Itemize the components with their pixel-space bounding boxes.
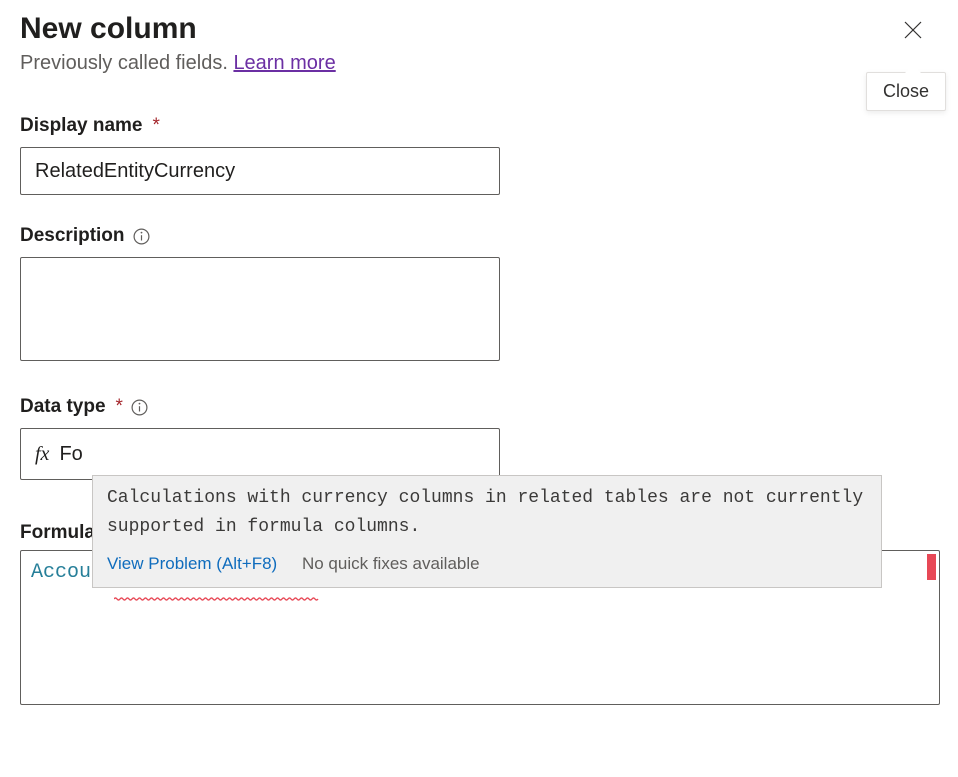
display-name-label: Display name * (20, 115, 938, 137)
required-marker: * (153, 115, 160, 137)
minimap-error-marker (927, 554, 936, 580)
data-type-field: Data type * fx Fo (20, 396, 938, 480)
description-label-text: Description (20, 225, 125, 247)
problem-popup: Calculations with currency columns in re… (92, 475, 882, 588)
new-column-panel: New column Previously called fields. Lea… (0, 0, 958, 777)
formula-label-text: Formula (20, 522, 95, 543)
info-icon[interactable] (131, 398, 149, 416)
panel-title: New column (20, 12, 938, 46)
display-name-input[interactable] (20, 147, 500, 195)
data-type-label: Data type * (20, 396, 938, 418)
description-label: Description (20, 225, 938, 247)
close-tooltip: Close (866, 72, 946, 111)
data-type-wrap: fx Fo (20, 428, 500, 480)
data-type-label-text: Data type (20, 396, 106, 418)
learn-more-link[interactable]: Learn more (233, 52, 335, 74)
no-quick-fixes-text: No quick fixes available (302, 554, 480, 573)
description-field: Description (20, 225, 938, 366)
view-problem-link[interactable]: View Problem (Alt+F8) (107, 554, 277, 573)
display-name-field: Display name * (20, 115, 938, 195)
info-icon[interactable] (133, 227, 151, 245)
panel-subtitle: Previously called fields. Learn more (20, 52, 938, 75)
panel-subtitle-text: Previously called fields. (20, 52, 233, 74)
data-type-value: Fo (59, 443, 82, 466)
description-textarea[interactable] (20, 257, 500, 361)
problem-message: Calculations with currency columns in re… (93, 476, 881, 546)
data-type-select[interactable]: fx Fo (20, 428, 500, 480)
close-button[interactable] (896, 14, 930, 48)
problem-actions: View Problem (Alt+F8) No quick fixes ava… (93, 546, 881, 587)
display-name-label-text: Display name (20, 115, 143, 137)
required-marker: * (116, 396, 123, 418)
fx-icon: fx (35, 443, 49, 466)
close-icon (902, 19, 924, 44)
